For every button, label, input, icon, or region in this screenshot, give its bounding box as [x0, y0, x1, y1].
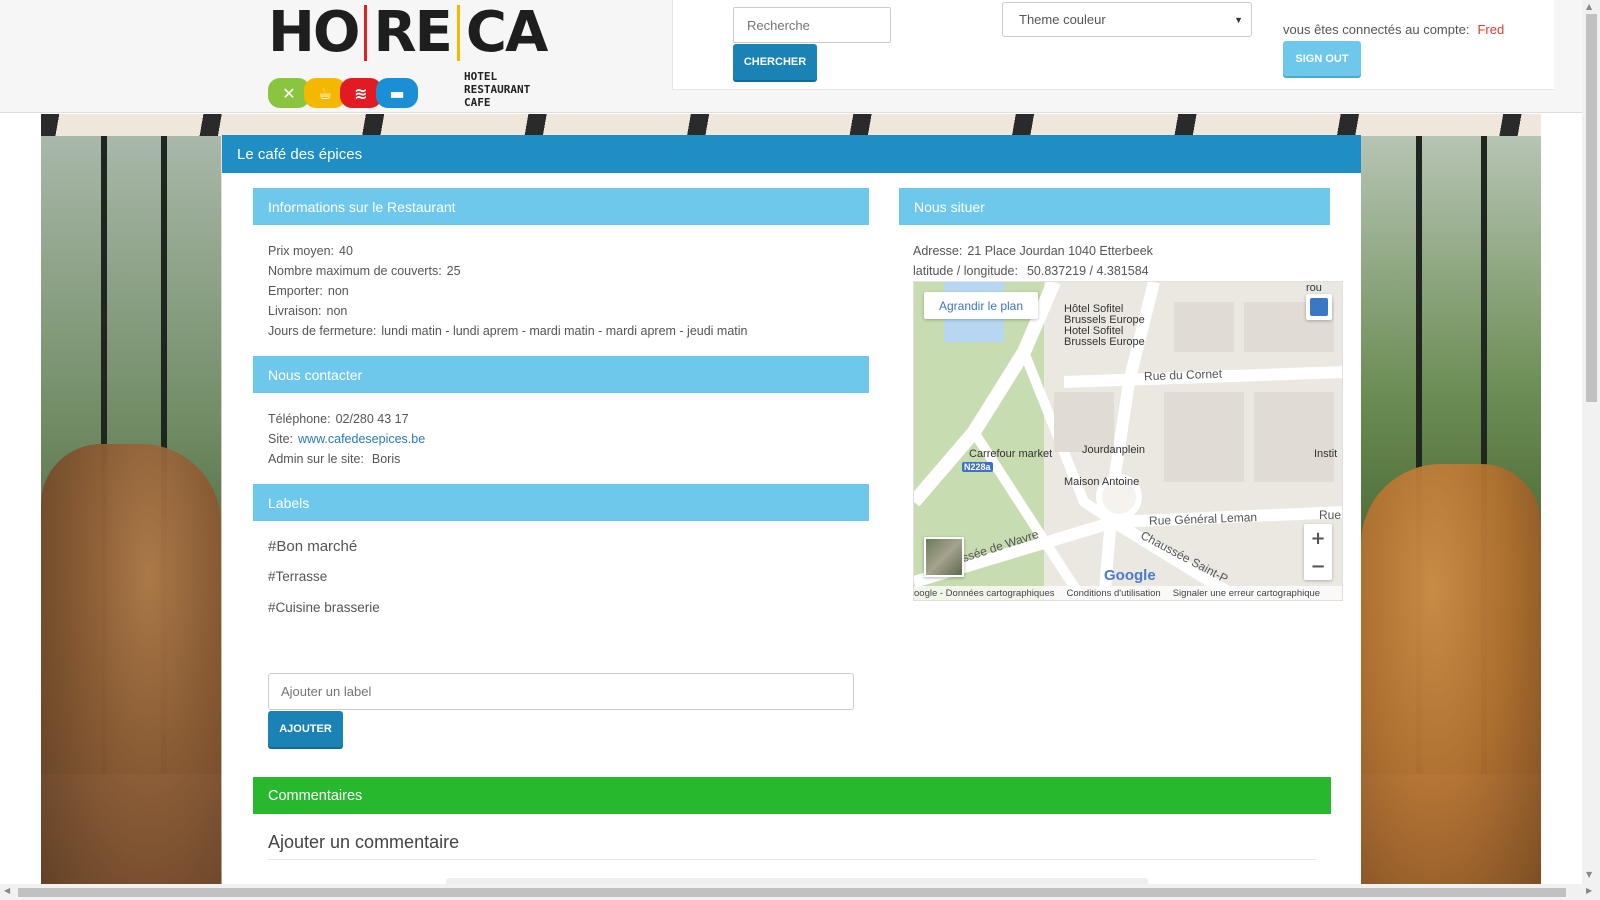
logo-re: RE — [373, 0, 452, 65]
info-row-takeaway: Emporter: non — [268, 284, 349, 298]
scroll-up-icon[interactable]: ▲ — [1586, 2, 1592, 11]
horizontal-scrollbar[interactable]: ◀ ▶ — [0, 884, 1600, 900]
google-logo: Google — [1104, 567, 1156, 584]
search-input[interactable] — [733, 7, 891, 43]
enlarge-map-button[interactable]: Agrandir le plan — [924, 292, 1038, 319]
contact-site: Site: www.cafedesepices.be — [268, 432, 426, 446]
info-row-price: Prix moyen: 40 — [268, 244, 353, 258]
add-label-button[interactable]: AJOUTER — [268, 711, 343, 747]
contact-phone: Téléphone: 02/280 43 17 — [268, 412, 409, 426]
label-tag[interactable]: #Cuisine brasserie — [268, 600, 380, 631]
label-tag[interactable]: #Bon marché — [268, 538, 380, 569]
logo-icons: ✕ ☕ ≋ ▬ — [268, 78, 418, 108]
search-button[interactable]: CHERCHER — [733, 44, 817, 80]
logo-divider — [456, 5, 460, 61]
location-map[interactable]: Agrandir le plan Hôtel Sofitel Brussels … — [913, 281, 1343, 601]
theme-select-value: Theme couleur — [1019, 12, 1106, 27]
contact-admin: Admin sur le site: Boris — [268, 452, 401, 466]
location-panel-header: Nous situer — [899, 188, 1330, 225]
map-footer: oogle - Données cartographiques Conditio… — [914, 586, 1342, 600]
zoom-in-icon[interactable]: + — [1304, 524, 1332, 552]
map-report-link[interactable]: Signaler une erreur cartographique — [1173, 588, 1320, 599]
add-label-input[interactable] — [268, 673, 854, 710]
zoom-out-icon[interactable]: − — [1304, 552, 1332, 580]
logo-tagline: HOTEL RESTAURANT CAFE — [464, 70, 530, 109]
street-rue: Rue — [1319, 508, 1342, 522]
ceiling-beams — [41, 114, 1541, 136]
theme-color-select[interactable]: Theme couleur ▼ — [1002, 2, 1252, 37]
vertical-scrollbar[interactable]: ▲ ▼ — [1582, 0, 1600, 884]
horeca-logo[interactable]: HO RE CA ✕ ☕ ≋ ▬ HOTEL RESTAURANT CAFE — [268, 4, 558, 109]
tagline-hotel: HOTEL — [464, 70, 498, 83]
info-list: Prix moyen: 40 Nombre maximum de couverts… — [268, 241, 748, 341]
account-status: vous êtes connectés au compte: Fred — [1283, 22, 1504, 37]
account-user: Fred — [1477, 22, 1505, 37]
label-tag[interactable]: #Terrasse — [268, 569, 380, 600]
latlng-row: latitude / longitude: 50.837219 / 4.38158… — [913, 264, 1149, 278]
scroll-left-icon[interactable]: ◀ — [4, 886, 10, 895]
logo-wordmark: HO RE CA — [268, 4, 558, 62]
scroll-thumb[interactable] — [18, 888, 1566, 897]
info-row-closing-days: Jours de fermeture: lundi matin - lundi a… — [268, 324, 748, 338]
divider — [268, 859, 1316, 860]
account-label: vous êtes connectés au compte: — [1283, 22, 1470, 37]
comments-header: Commentaires — [253, 777, 1331, 814]
satellite-toggle[interactable] — [924, 537, 964, 577]
tagline-cafe: CAFE — [464, 96, 491, 109]
info-row-covers: Nombre maximum de couverts: 25 — [268, 264, 461, 278]
chair-left — [41, 444, 221, 884]
contact-panel-header: Nous contacter — [253, 356, 869, 393]
logo-ho: HO — [268, 0, 360, 65]
tagline-restaurant: RESTAURANT — [464, 83, 531, 96]
map-hotel-label: Hôtel Sofitel Brussels Europe Hotel Sofi… — [1064, 303, 1145, 348]
place-carrefour: Carrefour market — [969, 448, 1053, 460]
restaurant-title: Le café des épices — [222, 135, 1361, 173]
scroll-thumb[interactable] — [1586, 14, 1597, 402]
logo-ca: CA — [465, 0, 548, 65]
address-row: Adresse: 21 Place Jourdan 1040 Etterbeek — [913, 244, 1153, 258]
map-data-credit[interactable]: oogle - Données cartographiques — [914, 588, 1054, 599]
scroll-down-icon[interactable]: ▼ — [1586, 870, 1592, 879]
chevron-down-icon: ▼ — [1234, 14, 1243, 25]
street-rue-du-cornet: Rue du Cornet — [1143, 366, 1223, 384]
map-terms-link[interactable]: Conditions d'utilisation — [1066, 588, 1160, 599]
add-comment-title: Ajouter un commentaire — [268, 832, 460, 852]
route-badge: N228a — [962, 462, 993, 472]
sign-out-button[interactable]: SIGN OUT — [1283, 41, 1361, 76]
place-instit: Instit — [1314, 448, 1338, 460]
site-link[interactable]: www.cafedesepices.be — [298, 432, 425, 446]
chair-right — [1361, 464, 1541, 884]
place-jourdanplein: Jourdanplein — [1082, 444, 1145, 456]
street-top: rou — [1306, 282, 1322, 294]
place-maison-antoine: Maison Antoine — [1064, 476, 1140, 488]
info-row-delivery: Livraison: non — [268, 304, 348, 318]
logo-divider — [364, 5, 368, 61]
labels-list: #Bon marché #Terrasse #Cuisine brasserie — [268, 538, 380, 631]
site-header: HO RE CA ✕ ☕ ≋ ▬ HOTEL RESTAURANT CAFE C… — [0, 0, 1582, 113]
scroll-right-icon[interactable]: ▶ — [1586, 886, 1592, 895]
street-view-icon[interactable] — [1306, 294, 1332, 320]
info-panel-header: Informations sur le Restaurant — [253, 188, 869, 225]
contact-list: Téléphone: 02/280 43 17 Site: www.cafedese… — [268, 409, 425, 469]
bed-icon: ▬ — [376, 78, 418, 108]
zoom-controls: + − — [1304, 524, 1332, 580]
labels-panel-header: Labels — [253, 484, 869, 521]
location-info: Adresse: 21 Place Jourdan 1040 Etterbeek … — [913, 241, 1153, 281]
